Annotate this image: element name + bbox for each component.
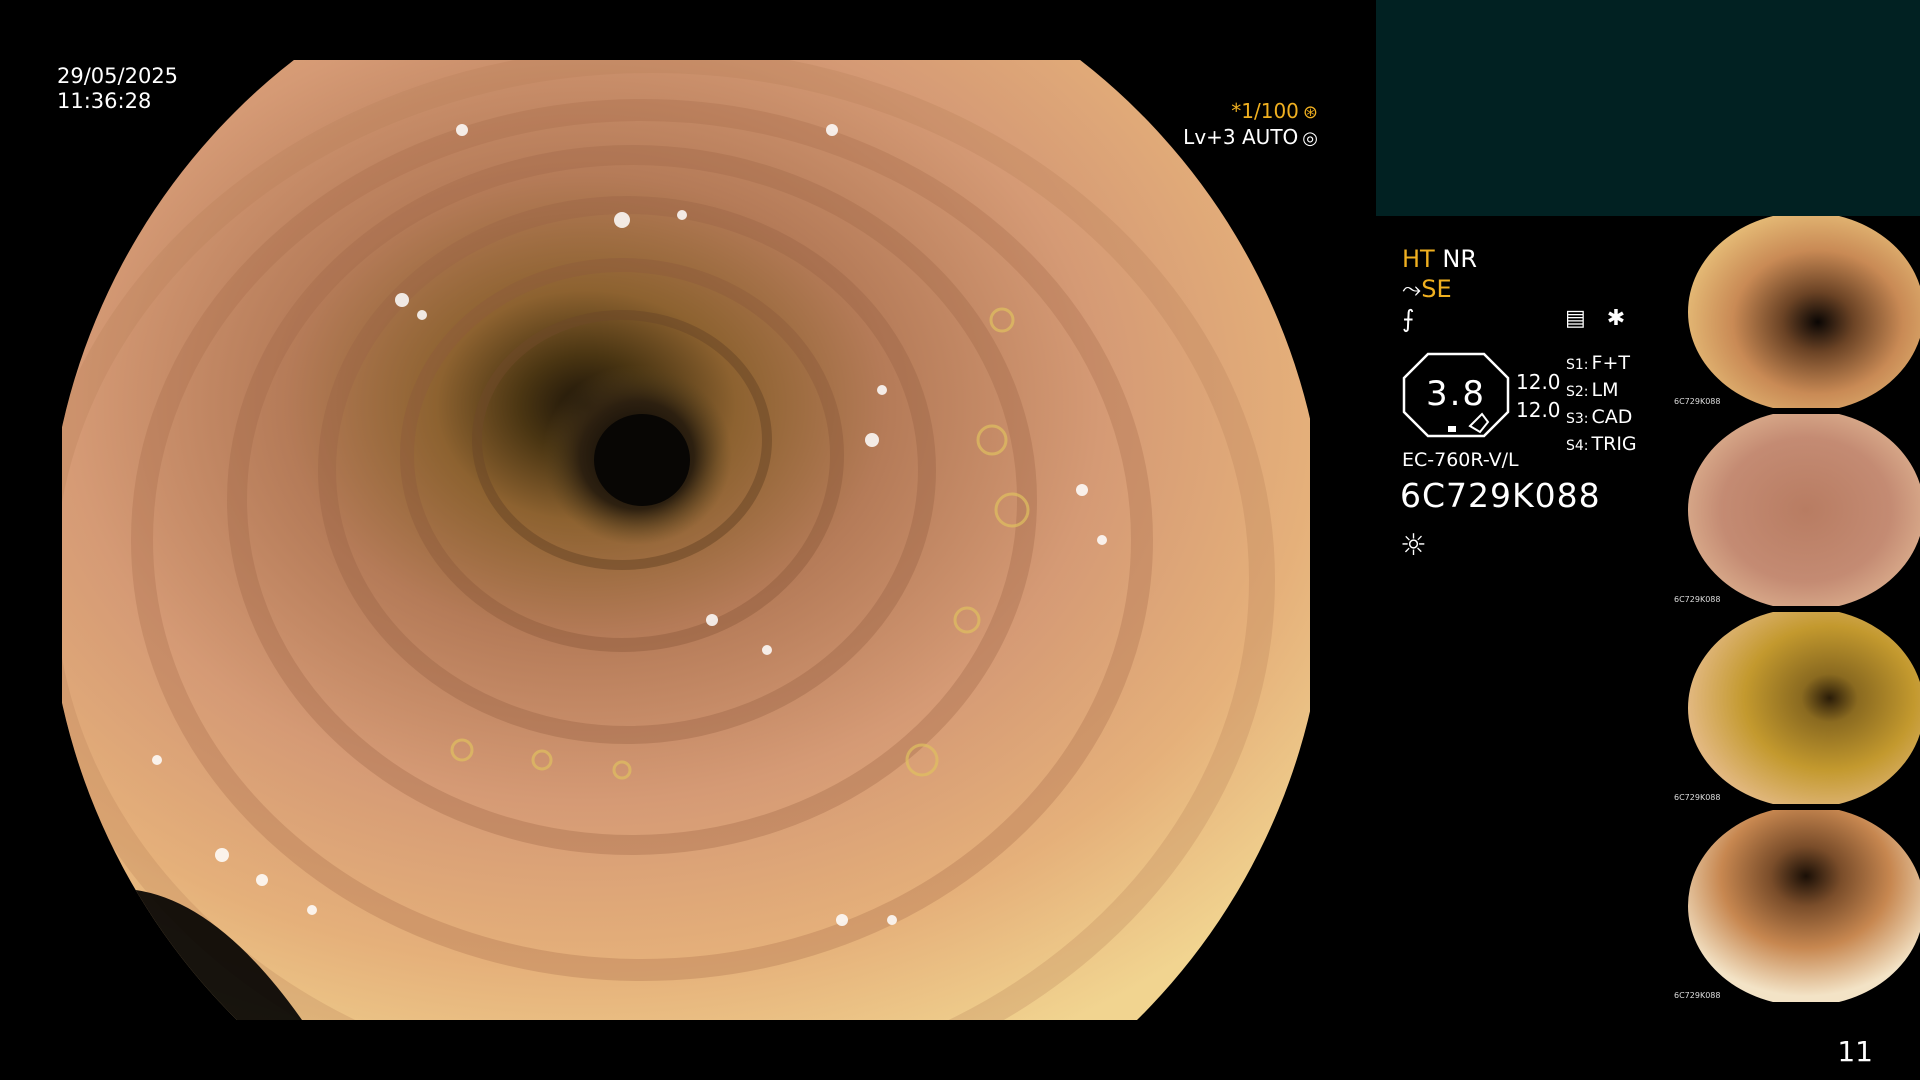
setting-row: S3: CAD bbox=[1566, 406, 1633, 428]
thumbnail-id: 6C729K088 bbox=[1674, 595, 1721, 604]
color-enhance-icon: ⨍ bbox=[1402, 305, 1415, 333]
nr-flag: NR bbox=[1442, 245, 1477, 273]
thumbnail-1[interactable]: 6C729K088 bbox=[1672, 216, 1920, 408]
thumbnail-id: 6C729K088 bbox=[1674, 793, 1721, 802]
info-panel bbox=[1376, 0, 1920, 216]
datetime: 29/05/2025 11:36:28 bbox=[57, 64, 178, 114]
gauge-lower: 12.0 bbox=[1516, 398, 1561, 422]
endoscope-image bbox=[62, 60, 1310, 1020]
gauge-upper: 12.0 bbox=[1516, 370, 1561, 394]
switch-settings: S1: F+T S2: LM S3: CAD S4: TRIG bbox=[1566, 351, 1637, 459]
time-text: 11:36:28 bbox=[57, 89, 152, 113]
exposure-level: Lv+3 bbox=[1183, 125, 1236, 149]
setting-row: S4: TRIG bbox=[1566, 433, 1637, 455]
side-icons: ▤ ✱ bbox=[1565, 306, 1639, 331]
light-icon: ☼ bbox=[1400, 528, 1427, 563]
asterisk-icon: ✱ bbox=[1606, 306, 1626, 331]
thumbnail-image bbox=[1688, 612, 1920, 804]
gauge-value: 3.8 bbox=[1425, 374, 1487, 414]
se-flag: SE bbox=[1421, 275, 1452, 303]
thumbnail-image bbox=[1688, 414, 1920, 606]
date-text: 29/05/2025 bbox=[57, 64, 179, 88]
setting-row: S1: F+T bbox=[1566, 352, 1630, 374]
scope-model: EC-760R-V/L bbox=[1402, 449, 1519, 471]
gauge-scale: 12.0 12.0 bbox=[1516, 368, 1561, 424]
scope-serial: 6C729K088 bbox=[1400, 476, 1601, 515]
exposure-mode: AUTO bbox=[1242, 125, 1299, 149]
thumbnail-strip: 6C729K088 6C729K088 6C729K088 6C729K088 bbox=[1672, 216, 1920, 1008]
capture-settings: *1/100 ⊛ Lv+3 AUTO ◎ bbox=[1183, 99, 1318, 151]
page-number: 11 bbox=[1837, 1035, 1873, 1068]
structure-enhance-icon: ⤳ bbox=[1402, 275, 1422, 303]
thumbnail-2[interactable]: 6C729K088 bbox=[1672, 414, 1920, 606]
thumbnail-image bbox=[1688, 810, 1920, 1002]
aperture-icon: ◎ bbox=[1302, 128, 1318, 149]
shutter-speed: *1/100 bbox=[1231, 99, 1299, 123]
thumbnail-3[interactable]: 6C729K088 bbox=[1672, 612, 1920, 804]
setting-row: S2: LM bbox=[1566, 379, 1619, 401]
image-status: HT NR ⤳SE ⨍ bbox=[1402, 244, 1477, 334]
keyboard-icon: ▤ bbox=[1565, 306, 1586, 331]
thumbnail-image bbox=[1688, 216, 1920, 408]
endoscope-main-view bbox=[62, 60, 1310, 1020]
ht-flag: HT bbox=[1402, 245, 1435, 273]
thumbnail-id: 6C729K088 bbox=[1674, 397, 1721, 406]
thumbnail-4[interactable]: 6C729K088 bbox=[1672, 810, 1920, 1002]
thumbnail-id: 6C729K088 bbox=[1674, 991, 1721, 1000]
shutter-icon: ⊛ bbox=[1302, 102, 1318, 123]
